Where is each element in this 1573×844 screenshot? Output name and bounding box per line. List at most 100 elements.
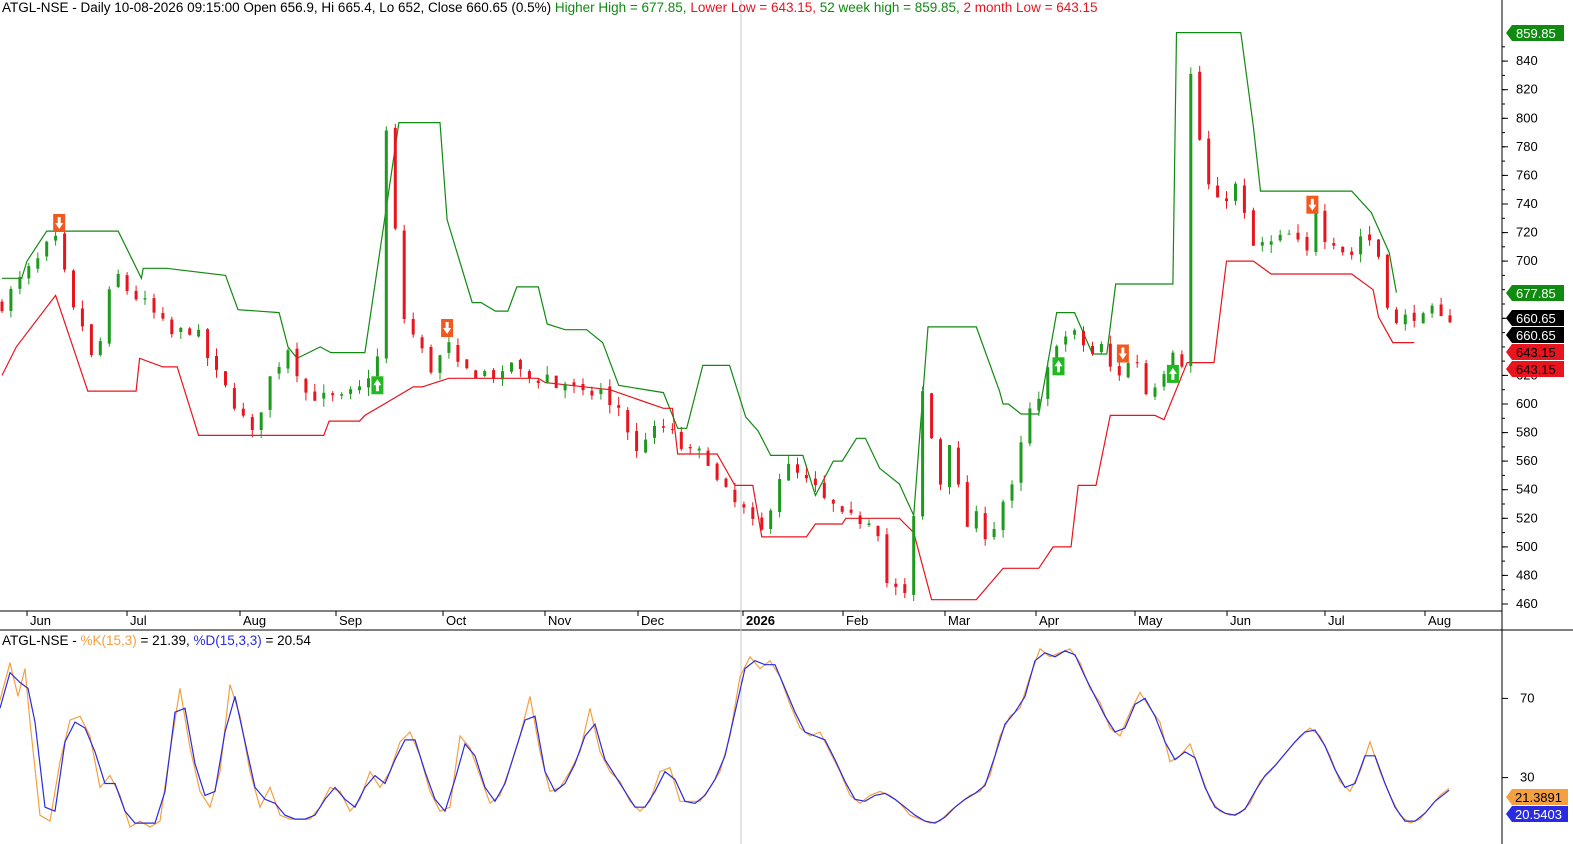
candle-body [1099,343,1103,353]
candle-body [429,347,433,373]
candle-body [697,448,701,451]
candle-body [1430,305,1434,314]
buy-signal-icon [1052,357,1065,376]
candle-body [1010,484,1014,501]
candle-body [778,479,782,513]
y-tick-label: 780 [1516,139,1538,154]
k-value: = 21.39, [136,633,194,648]
k-value-tag: 21.3891 [1506,789,1568,805]
candle-body [1385,254,1389,308]
candle-body [63,233,67,270]
candle-body [1216,185,1220,198]
candle-body [80,308,84,327]
candle-body [599,388,603,395]
candle-body [1332,243,1336,246]
candle-body [822,482,826,498]
stochastic-axis: 70 30 21.3891 20.5403 [1502,690,1568,822]
candle-body [1341,246,1345,253]
x-tick-label: Jun [30,613,51,628]
candle-body [411,319,415,335]
sell-signal-icon [53,214,66,232]
candle-body [688,447,692,449]
candle-body [787,463,791,481]
candle-body [393,127,397,229]
candle-body [804,475,808,479]
candle-body [45,241,49,257]
y-tick-label: 700 [1516,253,1538,268]
x-tick-label: Jul [1328,613,1345,628]
candle-body [1001,501,1005,531]
candle-body [1153,387,1157,397]
candle-body [1019,442,1023,483]
candle-body [375,356,379,377]
x-tick-label: Jul [130,613,147,628]
higher-high-legend: Higher High = 677.85, [554,0,687,15]
price-overlays [1,31,1415,601]
candle-body [796,464,799,473]
candle-body [1028,408,1032,444]
candle-body [232,388,236,409]
candle-body [250,417,254,430]
d-value-tag: 20.5403 [1506,806,1568,822]
candle-body [492,370,496,379]
x-tick-label: Aug [243,613,266,628]
candle-body [0,301,4,312]
y-tick-label: 480 [1516,567,1538,582]
candle-body [965,482,969,527]
candle-body [930,393,934,439]
candle-body [143,298,147,300]
x-tick-label: May [1138,613,1163,628]
y-tick-label: 820 [1516,82,1538,97]
candle-body [921,391,925,517]
candle-body [241,408,245,416]
month2-low-tag: 643.15 [1506,361,1564,377]
month2-low-legend: 2 month Low = 643.15 [959,0,1098,15]
candle-body [1234,183,1237,201]
candle-body [107,289,111,344]
candle-body [1296,232,1300,240]
sell-signal-icon [1116,344,1129,363]
higher-high-line [2,31,1397,516]
candle-body [1117,366,1121,376]
stoch-symbol-label: ATGL-NSE - [2,633,81,648]
candle-body [134,290,138,300]
candle-body [670,429,674,431]
buy-signal-icon [1166,364,1179,383]
candle-body [1394,309,1398,324]
candle-body [885,534,889,583]
candle-body [161,313,165,319]
candle-body [1350,251,1354,255]
y-tick-label: 720 [1516,225,1538,240]
svg-text:21.3891: 21.3891 [1515,790,1562,805]
candle-body [295,348,299,377]
candle-body [483,371,487,376]
candle-body [679,431,683,449]
candle-body [259,412,263,430]
candle-body [1305,237,1309,251]
y-tick-label: 560 [1516,453,1538,468]
candle-body [939,439,942,485]
x-axis: Jun Jul Aug Sep Oct Nov Dec 2026 Feb Mar Apr May Jun… [26,611,1451,628]
candle-body [188,328,192,335]
y-tick-label: 740 [1516,196,1538,211]
candle-body [1448,315,1452,323]
y-tick-label: 540 [1516,482,1538,497]
candle-body [1269,241,1273,245]
candle-body [760,517,764,530]
y-tick-label: 580 [1516,425,1538,440]
candle-body [626,410,630,433]
candle-body [349,389,353,394]
candle-body [715,463,719,480]
candle-body [1421,313,1425,324]
candle-body [858,515,862,524]
candle-body [1368,234,1372,241]
candle-body [644,439,648,453]
candle-body [751,507,755,519]
candle-body [197,329,201,337]
candle-body [867,523,871,525]
candle-body [1073,330,1077,335]
candle-body [501,371,504,380]
candle-body [635,431,639,451]
d-value: = 20.54 [261,633,311,648]
candle-body [661,426,665,428]
